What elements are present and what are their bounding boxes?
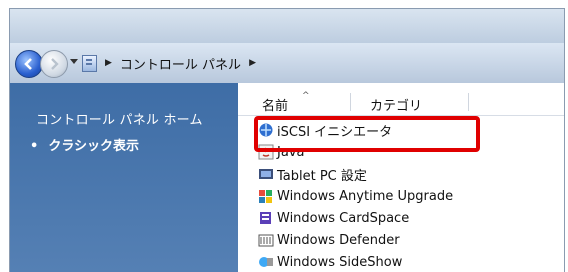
list-item-label: Windows SideShow [277,254,403,270]
sidebar-link-classic-view[interactable]: • クラシック表示 [30,135,139,154]
column-divider[interactable] [468,93,469,111]
column-header-name[interactable]: 名前 [262,95,288,114]
column-divider[interactable] [350,93,351,111]
java-highlight-box [254,116,480,152]
forward-arrow-icon [51,58,59,70]
windows-sideshow-icon [258,254,274,270]
list-item-windows-anytime-upgrade[interactable]: Windows Anytime Upgrade [258,185,453,207]
chevron-right-icon[interactable]: ▶ [105,58,112,68]
title-bar [10,9,564,43]
back-button[interactable] [15,50,43,78]
sidebar: コントロール パネル ホーム • クラシック表示 [10,83,238,272]
list-item-label: Windows CardSpace [277,210,410,226]
list-item-label: Windows Defender [277,232,400,248]
control-panel-folder-icon [82,54,97,72]
list-item-windows-defender[interactable]: Windows Defender [258,229,400,251]
list-item-label: Windows Anytime Upgrade [277,188,454,204]
windows-anytime-upgrade-icon [258,188,274,204]
list-item-windows-cardspace[interactable]: Windows CardSpace [258,207,409,229]
breadcrumb: ▶ コントロール パネル ▶ [82,51,564,75]
control-panel-window: ▶ コントロール パネル ▶ コントロール パネル ホーム • クラシック表示 名… [9,8,565,272]
forward-button[interactable] [40,50,68,78]
sidebar-link-control-panel-home[interactable]: コントロール パネル ホーム [36,109,203,128]
windows-cardspace-icon [258,210,274,226]
list-item-tablet-pc[interactable]: Tablet PC 設定 [258,163,367,185]
sort-ascending-icon: ^ [302,91,310,101]
chevron-right-icon[interactable]: ▶ [249,58,256,68]
items-pane: 名前 ^ カテゴリ iSCSI イニシエータ Java Tablet PC 設定… [238,83,564,272]
bullet-icon: • [30,139,39,154]
tablet-pc-icon [258,166,274,182]
back-arrow-icon [24,58,32,70]
recent-pages-dropdown[interactable] [70,59,78,64]
column-header-row: 名前 ^ カテゴリ [238,91,564,116]
column-header-category[interactable]: カテゴリ [370,95,422,114]
breadcrumb-control-panel[interactable]: コントロール パネル [120,54,241,73]
sidebar-classic-label: クラシック表示 [48,139,140,154]
list-item-label: Tablet PC 設定 [277,168,367,184]
list-item-windows-sideshow[interactable]: Windows SideShow [258,251,402,272]
windows-defender-icon [258,232,274,248]
address-bar: ▶ コントロール パネル ▶ [10,43,564,83]
